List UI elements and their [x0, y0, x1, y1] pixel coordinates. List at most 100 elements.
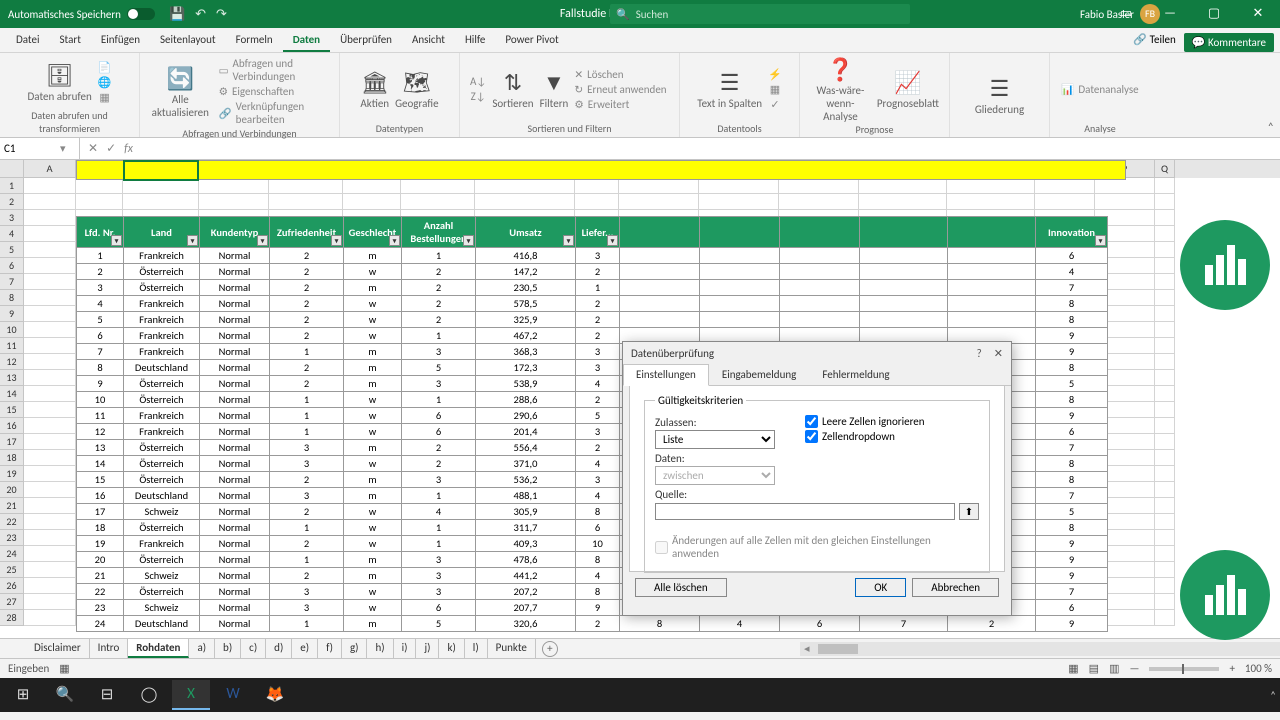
table-cell[interactable]: 2	[576, 296, 620, 312]
allow-select[interactable]: Liste	[655, 430, 775, 449]
menu-tab-start[interactable]: Start	[50, 29, 91, 52]
ignore-blank-checkbox[interactable]	[805, 415, 818, 428]
row-header[interactable]: 4	[0, 226, 24, 242]
table-cell[interactable]: 3	[576, 424, 620, 440]
table-header[interactable]	[780, 217, 860, 248]
add-worksheet-button[interactable]: +	[542, 641, 558, 657]
table-cell[interactable]: 21	[77, 568, 124, 584]
sort-za-icon[interactable]: Z↓	[470, 90, 486, 103]
table-cell[interactable]: 1	[576, 280, 620, 296]
table-cell[interactable]: 1	[402, 536, 476, 552]
cell[interactable]	[24, 434, 76, 450]
table-cell[interactable]: Normal	[200, 248, 270, 264]
redo-icon[interactable]: ↷	[216, 7, 227, 22]
help-icon[interactable]: ?	[977, 347, 982, 360]
tab-settings[interactable]: Einstellungen	[623, 364, 709, 386]
table-cell[interactable]	[860, 312, 948, 328]
table-cell[interactable]: 368,3	[476, 344, 576, 360]
table-cell[interactable]: 2	[402, 456, 476, 472]
table-cell[interactable]: 15	[77, 472, 124, 488]
cell[interactable]	[24, 546, 76, 562]
cell[interactable]	[24, 610, 76, 626]
cell[interactable]	[24, 226, 76, 242]
ribbon-mode-icon[interactable]: ▭	[1104, 0, 1148, 28]
table-cell[interactable]: 2	[576, 264, 620, 280]
table-cell[interactable]: 9	[1036, 408, 1108, 424]
table-cell[interactable]: Normal	[200, 408, 270, 424]
edit-links-button[interactable]: 🔗 Verknüpfungen bearbeiten	[219, 100, 329, 126]
table-cell[interactable]: m	[344, 360, 402, 376]
table-cell[interactable]: 3	[402, 472, 476, 488]
table-cell[interactable]: Frankreich	[124, 248, 200, 264]
cell[interactable]	[24, 242, 76, 258]
table-cell[interactable]: m	[344, 616, 402, 632]
table-cell[interactable]: 8	[1036, 360, 1108, 376]
row-header[interactable]: 11	[0, 338, 24, 354]
table-cell[interactable]: w	[344, 264, 402, 280]
fx-icon[interactable]: fx	[124, 142, 133, 156]
menu-tab-power pivot[interactable]: Power Pivot	[495, 29, 568, 52]
table-cell[interactable]: 2	[576, 392, 620, 408]
table-cell[interactable]: 3	[77, 280, 124, 296]
table-cell[interactable]: 2	[270, 328, 344, 344]
table-cell[interactable]: w	[344, 600, 402, 616]
table-cell[interactable]: Frankreich	[124, 536, 200, 552]
row-header[interactable]: 2	[0, 194, 24, 210]
table-cell[interactable]: Normal	[200, 392, 270, 408]
table-cell[interactable]: 325,9	[476, 312, 576, 328]
column-header[interactable]: Q	[1155, 160, 1175, 178]
cell[interactable]	[1155, 418, 1175, 434]
table-header[interactable]: Innovation▾	[1036, 217, 1108, 248]
cell[interactable]	[1155, 562, 1175, 578]
worksheet-tab[interactable]: Intro	[90, 639, 129, 658]
table-cell[interactable]: Frankreich	[124, 408, 200, 424]
ok-button[interactable]: OK	[855, 578, 906, 597]
table-cell[interactable]: 2	[402, 312, 476, 328]
filter-dropdown-icon[interactable]: ▾	[331, 235, 342, 246]
table-cell[interactable]: Normal	[200, 440, 270, 456]
table-cell[interactable]: 23	[77, 600, 124, 616]
table-cell[interactable]: Normal	[200, 280, 270, 296]
filter-dropdown-icon[interactable]: ▾	[1095, 235, 1106, 246]
table-cell[interactable]: 1	[402, 520, 476, 536]
cell[interactable]	[1155, 450, 1175, 466]
cell[interactable]	[947, 194, 1035, 210]
cell[interactable]	[1155, 210, 1175, 226]
cell[interactable]	[24, 274, 76, 290]
table-cell[interactable]: 3	[576, 472, 620, 488]
table-cell[interactable]	[700, 264, 780, 280]
table-cell[interactable]: 5	[402, 616, 476, 632]
table-cell[interactable]: 3	[402, 344, 476, 360]
sort-az-icon[interactable]: A↓	[470, 75, 486, 88]
table-cell[interactable]: 5	[402, 360, 476, 376]
cell[interactable]	[401, 178, 475, 194]
table-cell[interactable]: 3	[576, 360, 620, 376]
table-cell[interactable]: Normal	[200, 616, 270, 632]
table-cell[interactable]: 2	[270, 280, 344, 296]
table-cell[interactable]: 1	[270, 392, 344, 408]
page-layout-icon[interactable]: ▤	[1089, 662, 1099, 675]
table-cell[interactable]: 1	[270, 616, 344, 632]
cell[interactable]	[1155, 434, 1175, 450]
worksheet-tab[interactable]: k)	[439, 639, 464, 658]
worksheet-tab[interactable]: j)	[416, 639, 439, 658]
table-cell[interactable]: Österreich	[124, 280, 200, 296]
table-cell[interactable]: 6	[780, 616, 860, 632]
data-select[interactable]: zwischen	[655, 466, 775, 485]
filter-dropdown-icon[interactable]: ▾	[389, 235, 400, 246]
worksheet-tab[interactable]: b)	[215, 639, 241, 658]
save-icon[interactable]: 💾	[169, 7, 185, 22]
table-cell[interactable]	[780, 312, 860, 328]
table-cell[interactable]	[860, 280, 948, 296]
cell[interactable]	[1155, 594, 1175, 610]
cell[interactable]	[1155, 546, 1175, 562]
table-cell[interactable]: 3	[576, 248, 620, 264]
table-header[interactable]: Zufriedenheit▾	[270, 217, 344, 248]
table-cell[interactable]: m	[344, 376, 402, 392]
table-cell[interactable]: Normal	[200, 376, 270, 392]
cell[interactable]	[343, 194, 401, 210]
table-cell[interactable]: Frankreich	[124, 312, 200, 328]
table-cell[interactable]: w	[344, 536, 402, 552]
table-cell[interactable]: m	[344, 344, 402, 360]
table-cell[interactable]	[700, 280, 780, 296]
